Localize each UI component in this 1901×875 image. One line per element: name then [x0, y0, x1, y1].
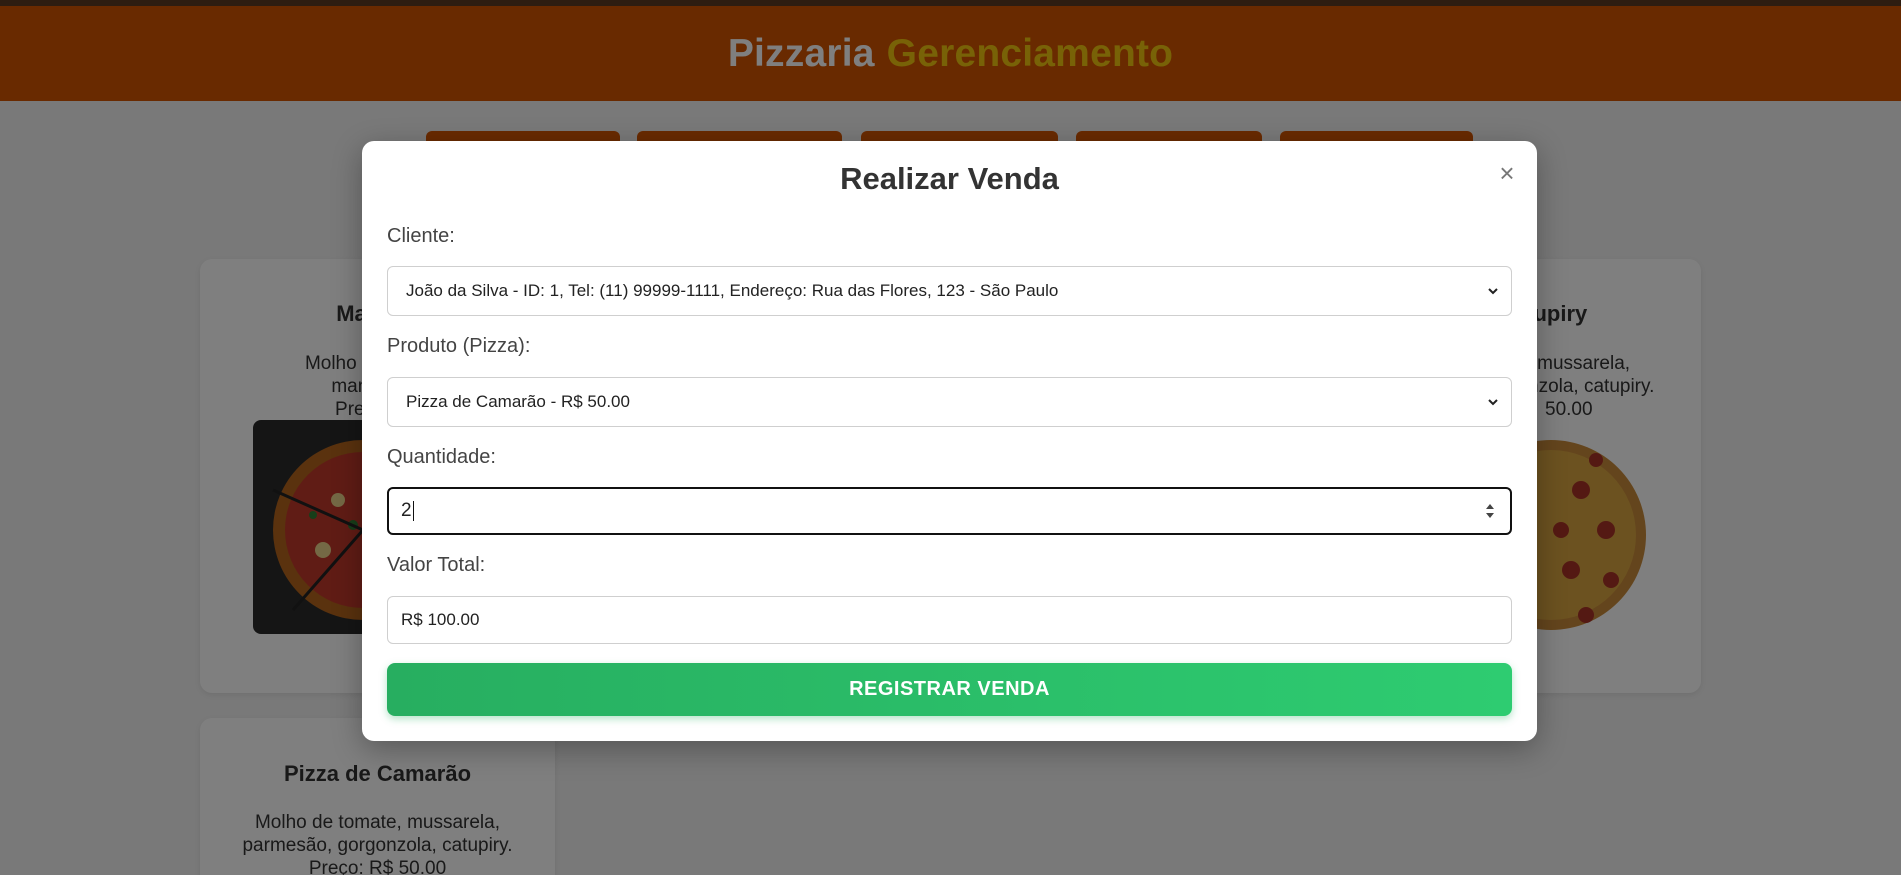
- chevron-down-icon: [1488, 399, 1498, 406]
- number-spinner-icon[interactable]: [1484, 501, 1496, 521]
- page: PizzariaGerenciamento Marg Molho de tom …: [0, 0, 1901, 875]
- cliente-select-value: João da Silva - ID: 1, Tel: (11) 99999-1…: [406, 281, 1059, 300]
- produto-label: Produto (Pizza):: [387, 335, 531, 357]
- quantidade-label: Quantidade:: [387, 446, 496, 468]
- total-field: R$ 100.00: [387, 596, 1512, 644]
- chevron-down-icon: [1488, 288, 1498, 295]
- modal-title: Realizar Venda: [840, 161, 1059, 196]
- register-sale-button[interactable]: REGISTRAR VENDA: [387, 663, 1512, 716]
- produto-select[interactable]: Pizza de Camarão - R$ 50.00: [387, 377, 1512, 427]
- total-label: Valor Total:: [387, 554, 486, 576]
- produto-select-value: Pizza de Camarão - R$ 50.00: [406, 392, 630, 411]
- quantidade-input[interactable]: 2: [387, 487, 1512, 535]
- total-value: R$ 100.00: [401, 610, 480, 629]
- cliente-select[interactable]: João da Silva - ID: 1, Tel: (11) 99999-1…: [387, 266, 1512, 316]
- close-icon[interactable]: ×: [1495, 160, 1519, 186]
- sale-modal: Realizar Venda × Cliente: João da Silva …: [362, 141, 1537, 741]
- cliente-label: Cliente:: [387, 225, 455, 247]
- text-caret: [412, 501, 414, 521]
- quantidade-value: 2: [401, 500, 412, 521]
